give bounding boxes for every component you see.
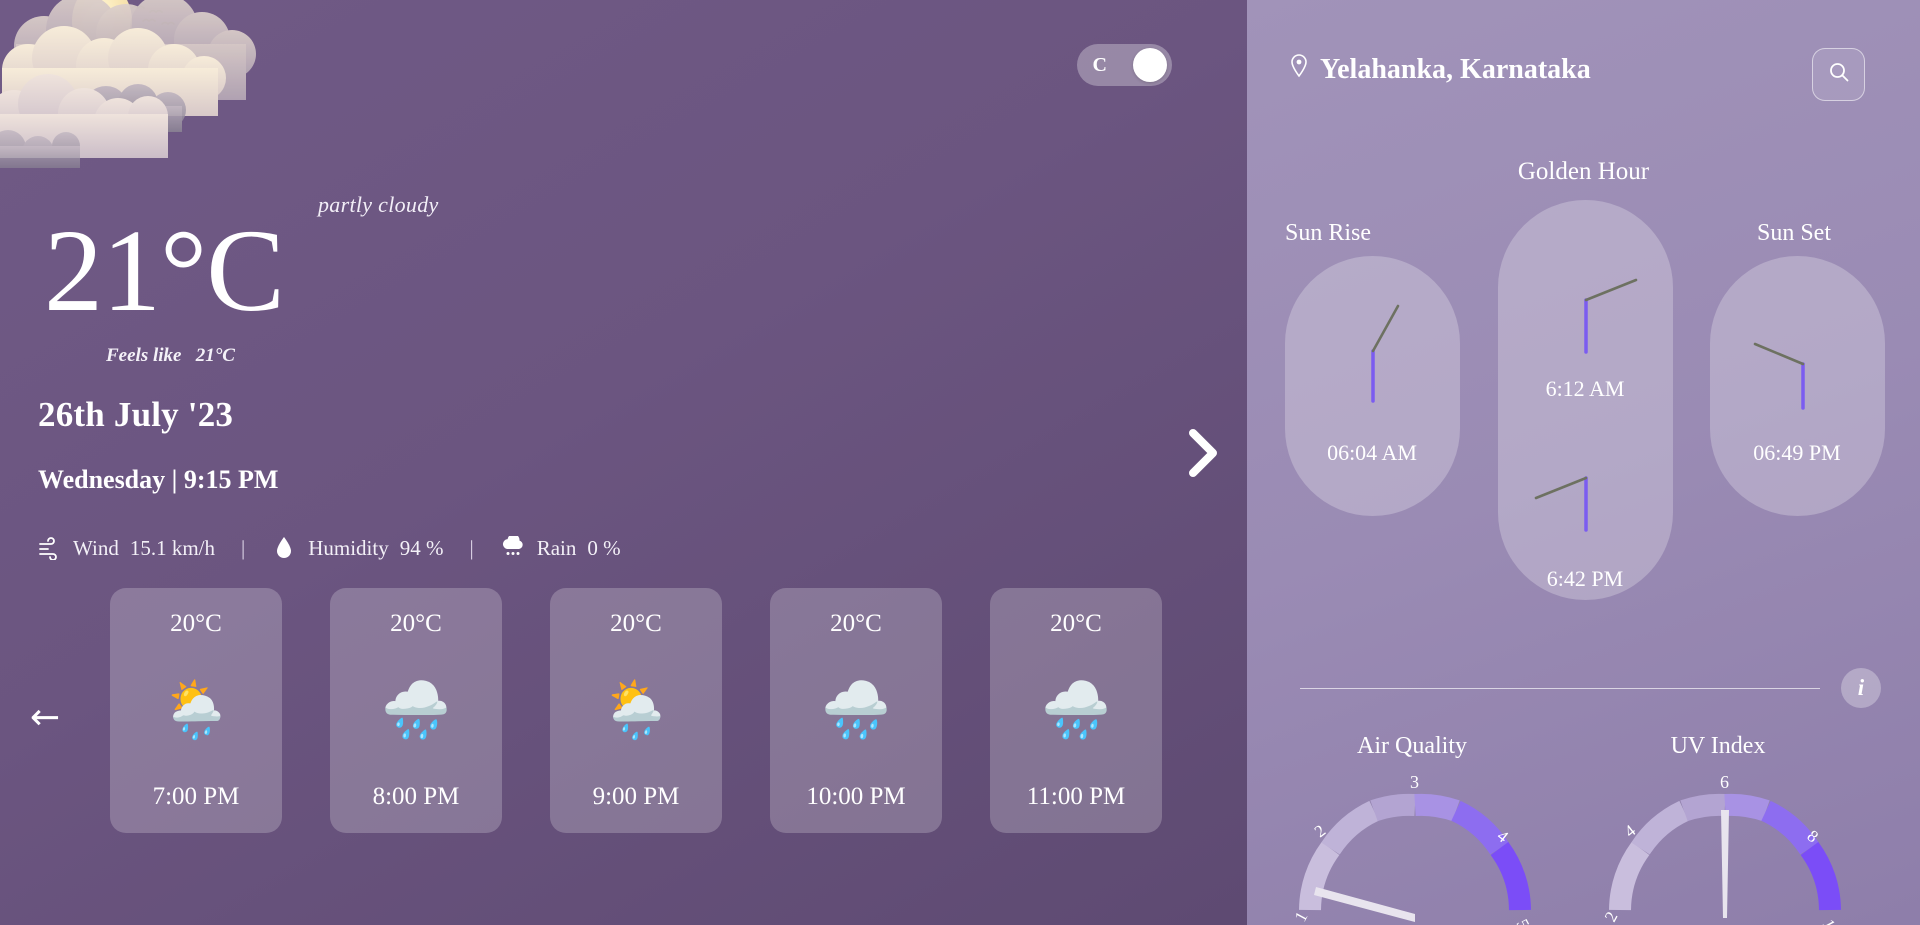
hourly-time: 10:00 PM bbox=[806, 783, 906, 810]
hourly-card[interactable]: 20°C 🌦️ 9:00 PM bbox=[550, 588, 722, 833]
clouds-illustration bbox=[0, 0, 256, 168]
search-icon bbox=[1828, 61, 1850, 88]
unit-toggle-knob[interactable] bbox=[1133, 48, 1167, 82]
stat-humidity-label: Humidity bbox=[308, 535, 389, 560]
condition-text: partly cloudy bbox=[318, 192, 439, 217]
location-pin-icon bbox=[1289, 53, 1309, 87]
rain-cloud-icon: 🌦️ bbox=[161, 679, 231, 742]
hourly-temp: 20°C bbox=[390, 610, 442, 637]
location[interactable]: Yelahanka, Karnataka bbox=[1289, 53, 1591, 87]
wind-icon bbox=[36, 535, 62, 561]
stat-rain-label: Rain bbox=[536, 535, 577, 560]
rain-cloud-icon: 🌧️ bbox=[821, 679, 891, 742]
hourly-time: 7:00 PM bbox=[152, 783, 240, 810]
location-name: Yelahanka, Karnataka bbox=[1320, 54, 1591, 85]
current-date: 26th July '23 bbox=[38, 395, 234, 434]
hourly-card[interactable]: 20°C 🌧️ 8:00 PM bbox=[330, 588, 502, 833]
hourly-time: 11:00 PM bbox=[1026, 783, 1126, 810]
feels-like-value: 21°C bbox=[195, 345, 235, 366]
next-arrow-icon[interactable] bbox=[1183, 425, 1223, 486]
hourly-temp: 20°C bbox=[1050, 610, 1102, 637]
hourly-time: 8:00 PM bbox=[372, 783, 460, 810]
weather-stats: Wind 15.1 km/h | Humidity 94 % | Rain 0 … bbox=[36, 535, 621, 561]
golden-hour-title: Golden Hour bbox=[1517, 158, 1650, 185]
prev-arrow-icon[interactable]: ← bbox=[30, 700, 60, 736]
humidity-icon bbox=[271, 535, 297, 561]
hourly-time: 9:00 PM bbox=[592, 783, 680, 810]
current-weather-panel: C partly cloudy 21°C Feels like 21°C 26t… bbox=[0, 0, 1247, 925]
current-temperature: 21°C bbox=[44, 205, 285, 336]
unit-toggle[interactable]: C bbox=[1077, 44, 1172, 86]
stat-separator-1: | bbox=[241, 535, 246, 560]
stat-wind: Wind 15.1 km/h bbox=[36, 535, 215, 561]
weather-app: C partly cloudy 21°C Feels like 21°C 26t… bbox=[0, 0, 1920, 925]
feels-like-label: Feels like bbox=[106, 345, 182, 366]
unit-toggle-label: C bbox=[1092, 53, 1108, 76]
hourly-forecast-list: 20°C 🌦️ 7:00 PM 20°C 🌧️ 8:00 PM 20°C 🌦️ … bbox=[110, 588, 1162, 833]
stat-wind-label: Wind bbox=[73, 535, 119, 560]
stat-humidity: Humidity 94 % bbox=[271, 535, 443, 561]
stat-wind-value: 15.1 km/h bbox=[129, 535, 215, 560]
current-day-time: Wednesday | 9:15 PM bbox=[38, 465, 279, 494]
search-button[interactable] bbox=[1812, 48, 1865, 101]
details-panel: Yelahanka, Karnataka Golden Hour bbox=[1247, 0, 1920, 925]
feels-like: Feels like 21°C bbox=[106, 345, 235, 367]
stat-rain: Rain 0 % bbox=[500, 535, 621, 561]
hourly-temp: 20°C bbox=[610, 610, 662, 637]
hourly-temp: 20°C bbox=[830, 610, 882, 637]
stat-rain-value: 0 % bbox=[587, 535, 621, 560]
stat-separator-2: | bbox=[469, 535, 474, 560]
hourly-card[interactable]: 20°C 🌧️ 11:00 PM bbox=[990, 588, 1162, 833]
hourly-card[interactable]: 20°C 🌧️ 10:00 PM bbox=[770, 588, 942, 833]
rain-icon bbox=[500, 535, 526, 561]
hourly-card[interactable]: 20°C 🌦️ 7:00 PM bbox=[110, 588, 282, 833]
rain-cloud-icon: 🌧️ bbox=[1041, 679, 1111, 742]
rain-cloud-icon: 🌦️ bbox=[601, 679, 671, 742]
info-button[interactable]: i bbox=[1841, 668, 1881, 708]
rain-cloud-icon: 🌧️ bbox=[381, 679, 451, 742]
stat-humidity-value: 94 % bbox=[399, 535, 444, 560]
sun-disk bbox=[72, 0, 132, 59]
hourly-temp: 20°C bbox=[170, 610, 222, 637]
